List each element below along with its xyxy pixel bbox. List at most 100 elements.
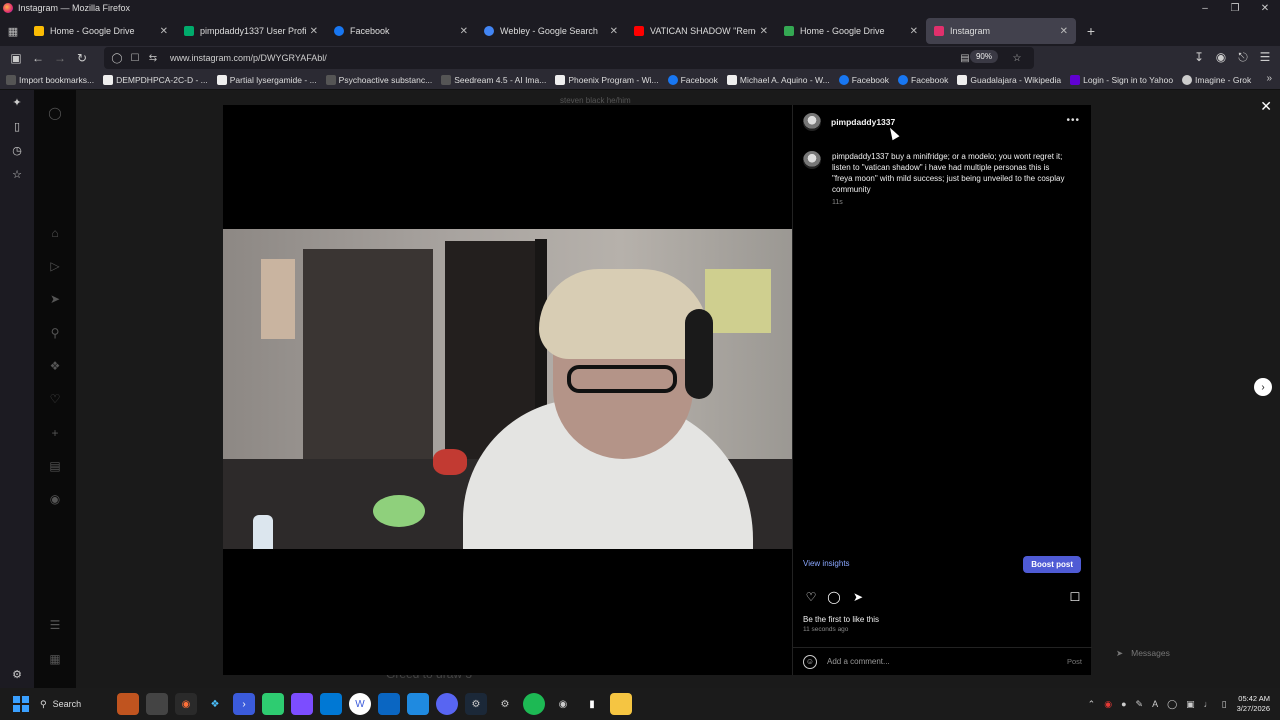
back-icon[interactable]: ← — [27, 47, 49, 69]
bookmark-item[interactable]: Guadalajara - Wikipedia — [957, 74, 1061, 85]
taskbar-search[interactable]: ⚲ Search — [40, 693, 110, 715]
discord-icon[interactable] — [436, 693, 458, 715]
bookmark-item[interactable]: DEMPDHPCA-2C-D - ... — [103, 74, 208, 85]
bookmark-item[interactable]: Psychoactive substanc... — [325, 74, 432, 85]
tab-close-icon[interactable]: ✕ — [1060, 26, 1068, 37]
widget-icon[interactable] — [117, 693, 139, 715]
bookmarks-icon[interactable]: ☆ — [0, 162, 34, 186]
tab-google-search[interactable]: Webley - Google Search ✕ — [476, 18, 626, 44]
comment-input[interactable] — [827, 657, 1047, 666]
boost-post-button[interactable]: Boost post — [1023, 556, 1081, 573]
lock-icon[interactable]: ☐ — [126, 49, 144, 67]
avatar[interactable] — [803, 113, 821, 131]
profile-icon[interactable]: ◉ — [46, 490, 64, 508]
zoom-level[interactable]: 90% — [969, 50, 998, 63]
share-icon[interactable]: ➤ — [850, 589, 866, 605]
notepad-icon[interactable] — [262, 693, 284, 715]
minimize-icon[interactable]: – — [1190, 0, 1220, 16]
post-comment-button[interactable]: Post — [1067, 657, 1082, 666]
tab-close-icon[interactable]: ✕ — [910, 26, 918, 37]
tab-youtube[interactable]: VATICAN SHADOW "Remembe ✕ — [626, 18, 776, 44]
direct-icon[interactable]: ➤ — [46, 290, 64, 308]
windows-start-icon[interactable] — [10, 693, 32, 715]
app-icon[interactable]: ◉ — [552, 693, 574, 715]
firefox-taskbar-icon[interactable]: ◉ — [175, 693, 197, 715]
app-icon[interactable] — [378, 693, 400, 715]
history-icon[interactable]: ◷ — [0, 138, 34, 162]
app-icon[interactable]: W — [349, 693, 371, 715]
restore-icon[interactable]: ❐ — [1220, 0, 1250, 16]
app-icon[interactable] — [407, 693, 429, 715]
comment-icon[interactable]: ◯ — [826, 589, 842, 605]
language-icon[interactable]: A — [1152, 699, 1158, 709]
bookmark-item[interactable]: Seedream 4.5 - AI Ima... — [441, 74, 546, 85]
forward-icon[interactable]: → — [49, 47, 71, 69]
next-post-icon[interactable]: › — [1254, 378, 1272, 396]
steam-icon[interactable]: ⚙ — [465, 693, 487, 715]
sidebar-toggle-icon[interactable]: ▣ — [5, 47, 27, 69]
save-bookmark-icon[interactable]: ☐ — [1067, 589, 1083, 605]
tab-close-icon[interactable]: ✕ — [460, 26, 468, 37]
bookmark-star-icon[interactable]: ☆ — [1008, 49, 1026, 67]
dashboard-icon[interactable]: ▤ — [46, 457, 64, 475]
account-icon[interactable]: ◉ — [1210, 46, 1232, 68]
downloads-icon[interactable]: ↧ — [1188, 46, 1210, 68]
tab-user-profile[interactable]: pimpdaddy1337 User Profile | D ✕ — [176, 18, 326, 44]
url-bar[interactable]: ◯ ☐ ⇆ www.instagram.com/p/DWYGRYAFAbl/ 9… — [104, 47, 1034, 69]
settings-icon[interactable]: ⚙ — [494, 693, 516, 715]
caption-username[interactable]: pimpdaddy1337 — [832, 152, 889, 161]
tab-close-icon[interactable]: ✕ — [310, 26, 318, 37]
url-text[interactable]: www.instagram.com/p/DWYGRYAFAbl/ — [170, 53, 327, 63]
create-icon[interactable]: + — [46, 424, 64, 442]
menu-icon[interactable]: ☰ — [1254, 46, 1276, 68]
reader-view-icon[interactable]: ▤ — [956, 49, 974, 67]
bookmark-item[interactable]: Michael A. Aquino - W... — [726, 74, 830, 85]
post-media[interactable] — [223, 105, 792, 675]
customize-sidebar-icon[interactable]: ⚙ — [0, 662, 34, 686]
avatar[interactable] — [803, 151, 821, 169]
microphone-icon[interactable]: ● — [1121, 699, 1126, 709]
tab-instagram[interactable]: Instagram ✕ — [926, 18, 1076, 44]
battery-icon[interactable]: ▯ — [1222, 699, 1227, 710]
bookmark-item[interactable]: Facebook — [838, 74, 889, 85]
taskbar-clock[interactable]: 05:42 AM 3/27/2026 — [1237, 694, 1270, 714]
emoji-icon[interactable]: ☺ — [803, 654, 817, 669]
synced-tabs-icon[interactable]: ▯ — [0, 114, 34, 138]
new-tab-icon[interactable]: + — [1080, 20, 1102, 42]
reels-icon[interactable]: ▷ — [46, 257, 64, 275]
file-explorer-icon[interactable] — [610, 693, 632, 715]
close-modal-icon[interactable]: ✕ — [1260, 98, 1272, 115]
copilot-icon[interactable]: ❖ — [204, 693, 226, 715]
bookmark-item[interactable]: Import bookmarks... — [6, 74, 94, 85]
tab-close-icon[interactable]: ✕ — [160, 26, 168, 37]
tab-close-icon[interactable]: ✕ — [610, 26, 618, 37]
extensions-icon[interactable]: ⎋ — [1232, 46, 1254, 68]
more-options-icon[interactable]: ••• — [1066, 115, 1080, 126]
post-photo[interactable] — [223, 229, 792, 549]
more-menu-icon[interactable]: ☰ — [46, 616, 64, 634]
tray-app-icon[interactable]: ◯ — [1167, 699, 1177, 710]
tray-app-icon[interactable]: ◉ — [1104, 699, 1112, 710]
explore-icon[interactable]: ❖ — [46, 357, 64, 375]
list-all-tabs-icon[interactable]: ▦ — [0, 18, 26, 44]
view-insights-link[interactable]: View insights — [803, 559, 850, 568]
tab-facebook[interactable]: Facebook ✕ — [326, 18, 476, 44]
bookmark-item[interactable]: Facebook — [667, 74, 718, 85]
more-bookmarks-icon[interactable]: » — [1266, 73, 1272, 84]
bookmark-item[interactable]: Partial lysergamide - ... — [216, 74, 317, 85]
search-icon[interactable]: ⚲ — [46, 324, 64, 342]
like-icon[interactable]: ♡ — [803, 589, 819, 605]
bookmark-item[interactable]: Login - Sign in to Yahoo — [1070, 74, 1173, 85]
task-view-icon[interactable] — [146, 693, 168, 715]
show-hidden-icons-icon[interactable]: ⌃ — [1088, 699, 1096, 710]
post-username[interactable]: pimpdaddy1337 — [831, 117, 895, 127]
volume-icon[interactable]: ♩ — [1204, 699, 1213, 709]
bookmark-item[interactable]: Phoenix Program - Wi... — [555, 74, 659, 85]
notifications-icon[interactable]: ♡ — [46, 390, 64, 408]
spotify-icon[interactable] — [523, 693, 545, 715]
close-window-icon[interactable]: ✕ — [1250, 0, 1280, 16]
also-from-meta-icon[interactable]: ▦ — [46, 650, 64, 668]
app-icon[interactable] — [291, 693, 313, 715]
home-icon[interactable]: ⌂ — [46, 224, 64, 242]
tracking-protection-icon[interactable]: ◯ — [108, 49, 126, 67]
